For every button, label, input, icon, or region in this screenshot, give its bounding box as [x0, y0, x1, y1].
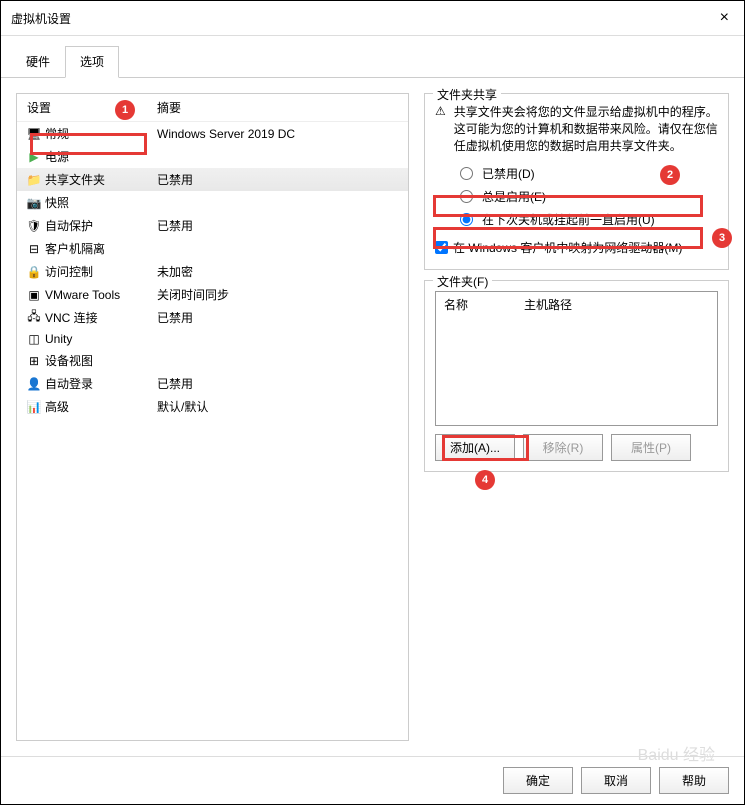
tab-options[interactable]: 选项 — [65, 46, 119, 78]
list-header-setting: 设置 — [27, 99, 157, 116]
cancel-button[interactable]: 取消 — [581, 767, 651, 794]
isolation-icon: ⊟ — [27, 242, 41, 256]
item-label: 客户机隔离 — [45, 240, 157, 257]
folders-header-name: 名称 — [444, 296, 524, 313]
item-label: 快照 — [45, 194, 157, 211]
item-value: Windows Server 2019 DC — [157, 127, 398, 141]
radio-until-label: 在下次关机或挂起前一直启用(U) — [482, 211, 655, 228]
list-item-guest-isolation[interactable]: ⊟ 客户机隔离 — [17, 237, 408, 260]
badge-2: 2 — [660, 165, 680, 185]
advanced-icon: 📊 — [27, 400, 41, 414]
list-item-shared-folders[interactable]: 📁 共享文件夹 已禁用 — [17, 168, 408, 191]
settings-list: 设置 摘要 🖥 常规 Windows Server 2019 DC ▶ 电源 📁… — [16, 93, 409, 741]
list-item-general[interactable]: 🖥 常规 Windows Server 2019 DC — [17, 122, 408, 145]
item-label: 共享文件夹 — [45, 171, 157, 188]
item-label: Unity — [45, 332, 157, 346]
unity-icon: ◫ — [27, 332, 41, 346]
list-item-power[interactable]: ▶ 电源 — [17, 145, 408, 168]
help-button[interactable]: 帮助 — [659, 767, 729, 794]
item-label: 常规 — [45, 125, 157, 142]
group-title-folders: 文件夹(F) — [433, 273, 492, 290]
list-item-unity[interactable]: ◫ Unity — [17, 329, 408, 349]
radio-always-label: 总是启用(E) — [482, 188, 546, 205]
checkbox-map-label: 在 Windows 客户机中映射为网络驱动器(M) — [453, 239, 682, 256]
list-item-vnc[interactable]: 🖧 VNC 连接 已禁用 — [17, 306, 408, 329]
folder-sharing-group: 文件夹共享 ⚠ 共享文件夹会将您的文件显示给虚拟机中的程序。这可能为您的计算机和… — [424, 93, 729, 270]
item-value: 已禁用 — [157, 309, 398, 326]
item-value: 未加密 — [157, 263, 398, 280]
item-value: 已禁用 — [157, 217, 398, 234]
list-item-autoprotect[interactable]: 🛡 自动保护 已禁用 — [17, 214, 408, 237]
badge-1: 1 — [115, 100, 135, 120]
folders-header-path: 主机路径 — [524, 296, 709, 313]
list-item-advanced[interactable]: 📊 高级 默认/默认 — [17, 395, 408, 418]
checkbox-map-drive[interactable] — [435, 241, 448, 254]
item-value: 默认/默认 — [157, 398, 398, 415]
folders-group: 文件夹(F) 名称 主机路径 添加(A)... 移除(R) 属性(P) — [424, 280, 729, 472]
radio-disabled-label: 已禁用(D) — [482, 165, 535, 182]
item-label: VNC 连接 — [45, 309, 157, 326]
list-item-access-control[interactable]: 🔒 访问控制 未加密 — [17, 260, 408, 283]
tab-hardware[interactable]: 硬件 — [11, 46, 65, 77]
radio-always[interactable] — [460, 190, 473, 203]
monitor-icon: 🖥 — [27, 127, 41, 141]
radio-until-shutdown[interactable] — [460, 213, 473, 226]
shield-icon: 🛡 — [27, 219, 41, 233]
item-value: 关闭时间同步 — [157, 286, 398, 303]
play-icon: ▶ — [27, 150, 41, 164]
close-button[interactable]: × — [715, 9, 734, 27]
login-icon: 👤 — [27, 377, 41, 391]
list-item-snapshot[interactable]: 📷 快照 — [17, 191, 408, 214]
folder-icon: 📁 — [27, 173, 41, 187]
watermark: Baidu 经验 — [638, 741, 715, 765]
item-value: 已禁用 — [157, 171, 398, 188]
badge-3: 3 — [712, 228, 732, 248]
item-label: 电源 — [45, 148, 157, 165]
view-icon: ⊞ — [27, 354, 41, 368]
camera-icon: 📷 — [27, 196, 41, 210]
list-item-autologin[interactable]: 👤 自动登录 已禁用 — [17, 372, 408, 395]
item-label: 访问控制 — [45, 263, 157, 280]
list-item-vmware-tools[interactable]: ▣ VMware Tools 关闭时间同步 — [17, 283, 408, 306]
ok-button[interactable]: 确定 — [503, 767, 573, 794]
warning-text: 共享文件夹会将您的文件显示给虚拟机中的程序。这可能为您的计算机和数据带来风险。请… — [454, 104, 718, 154]
lock-icon: 🔒 — [27, 265, 41, 279]
item-label: 高级 — [45, 398, 157, 415]
vnc-icon: 🖧 — [27, 311, 41, 325]
remove-button[interactable]: 移除(R) — [523, 434, 603, 461]
group-title-sharing: 文件夹共享 — [433, 86, 501, 103]
list-header-summary: 摘要 — [157, 99, 398, 116]
item-value: 已禁用 — [157, 375, 398, 392]
warning-icon: ⚠ — [435, 104, 446, 154]
item-label: 自动登录 — [45, 375, 157, 392]
radio-disabled[interactable] — [460, 167, 473, 180]
item-label: 设备视图 — [45, 352, 157, 369]
badge-4: 4 — [475, 470, 495, 490]
list-item-appliance-view[interactable]: ⊞ 设备视图 — [17, 349, 408, 372]
tools-icon: ▣ — [27, 288, 41, 302]
folders-list[interactable]: 名称 主机路径 — [435, 291, 718, 426]
item-label: 自动保护 — [45, 217, 157, 234]
window-title: 虚拟机设置 — [11, 10, 71, 27]
properties-button[interactable]: 属性(P) — [611, 434, 691, 461]
add-button[interactable]: 添加(A)... — [435, 434, 515, 461]
item-label: VMware Tools — [45, 288, 157, 302]
